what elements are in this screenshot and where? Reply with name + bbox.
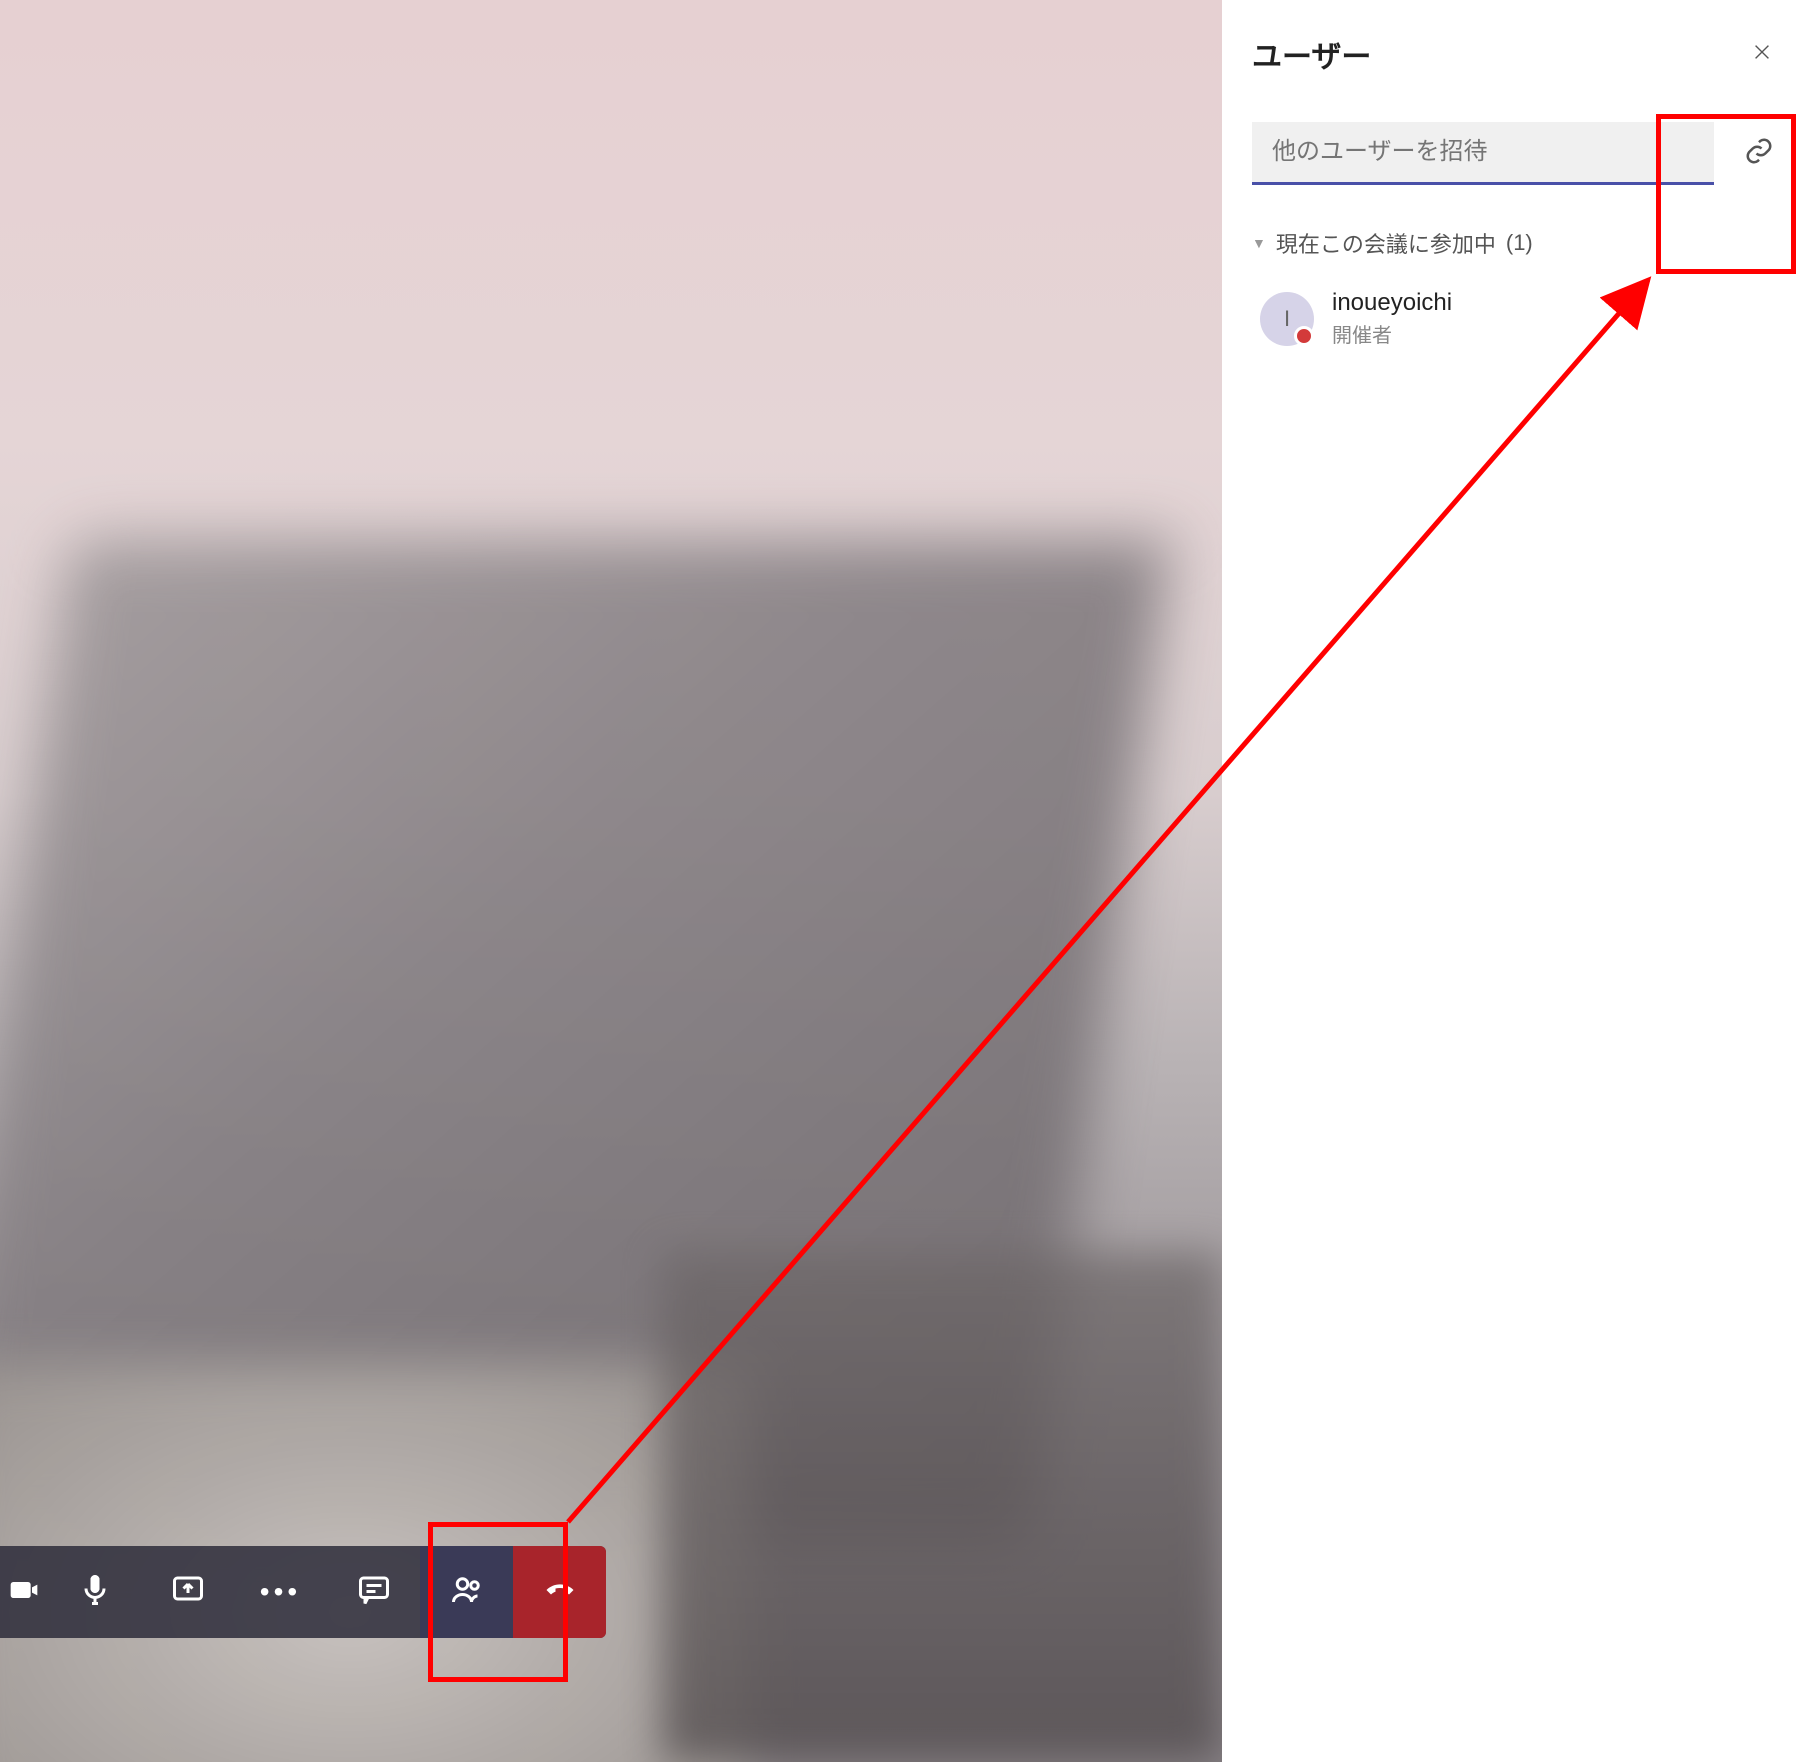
invite-row [1252,122,1776,185]
chat-button[interactable] [327,1546,420,1638]
close-panel-button[interactable] [1748,40,1776,68]
hangup-button[interactable] [513,1546,606,1638]
hangup-icon [542,1572,578,1613]
video-call-area: ••• [0,0,1222,1762]
section-label: 現在この会議に参加中 [1276,227,1496,259]
section-count: (1) [1506,230,1533,256]
avatar: I [1260,292,1314,346]
camera-button[interactable] [0,1546,48,1638]
participant-role: 開催者 [1332,319,1452,348]
people-panel: ユーザー ▼ 現在この会議に参加中 (1) I [1222,0,1806,1762]
close-icon [1751,41,1773,68]
panel-title: ユーザー [1252,32,1371,76]
participant-name: inoueyoichi [1332,289,1452,317]
participant-info: inoueyoichi 開催者 [1332,289,1452,348]
video-pip-corner [662,1252,1222,1762]
camera-icon [8,1574,40,1611]
mic-button[interactable] [48,1546,141,1638]
people-icon [449,1572,485,1613]
more-icon: ••• [260,1578,301,1606]
panel-header: ユーザー [1252,32,1776,76]
people-button[interactable] [420,1546,513,1638]
participants-section-header[interactable]: ▼ 現在この会議に参加中 (1) [1252,227,1776,259]
link-icon [1744,136,1774,171]
call-toolbar: ••• [0,1546,606,1638]
chevron-down-icon: ▼ [1252,235,1266,251]
more-button[interactable]: ••• [234,1546,327,1638]
status-badge [1294,326,1314,346]
invite-input[interactable] [1252,122,1714,185]
chat-icon [356,1572,392,1613]
copy-link-button[interactable] [1742,137,1776,171]
participant-row[interactable]: I inoueyoichi 開催者 [1252,285,1776,352]
share-screen-icon [170,1572,206,1613]
share-screen-button[interactable] [141,1546,234,1638]
mic-icon [77,1572,113,1613]
avatar-initial: I [1284,306,1290,332]
